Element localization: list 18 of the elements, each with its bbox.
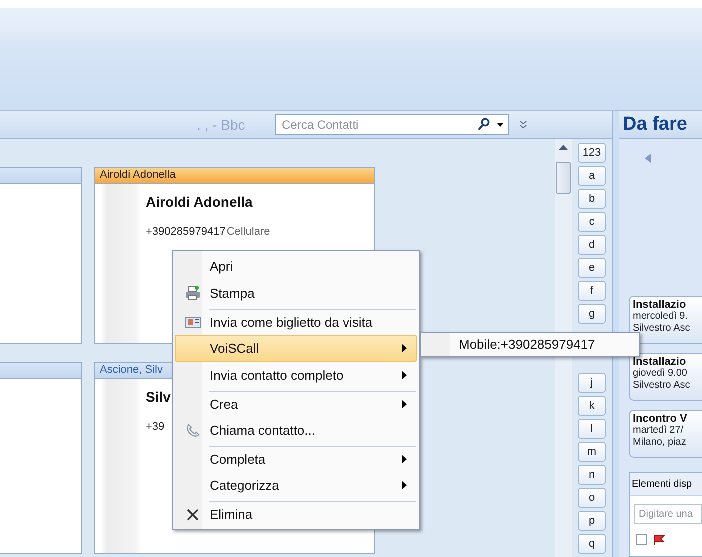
todo-title: Da fare [623,114,688,136]
appointment-detail: Silvestro Asc [633,380,692,392]
contact-name: Airoldi Adonella [146,194,253,210]
appointment-title: Installazio [633,299,688,311]
appointment-time: giovedì 9.00 [633,368,688,380]
phone-number: +39 [146,421,165,433]
appointment-title: Incontro V [633,413,688,425]
card-header: Airoldi Adonella [95,167,374,184]
task-panel-title: Elementi disp [632,478,692,490]
phone-label: Cellulare [226,226,270,238]
appointment-detail: Milano, piaz [633,437,688,449]
appointment-title: Installazio [633,356,688,368]
sort-label: . , - Bbc [197,116,246,132]
contact-name: Silv [146,389,171,405]
appointment-time: mercoledì 9. [633,311,690,323]
appointment-time: martedì 27/ [633,425,685,437]
phone-number: +390285979417 [146,226,226,238]
appointment-detail: Silvestro Asc [633,323,692,335]
